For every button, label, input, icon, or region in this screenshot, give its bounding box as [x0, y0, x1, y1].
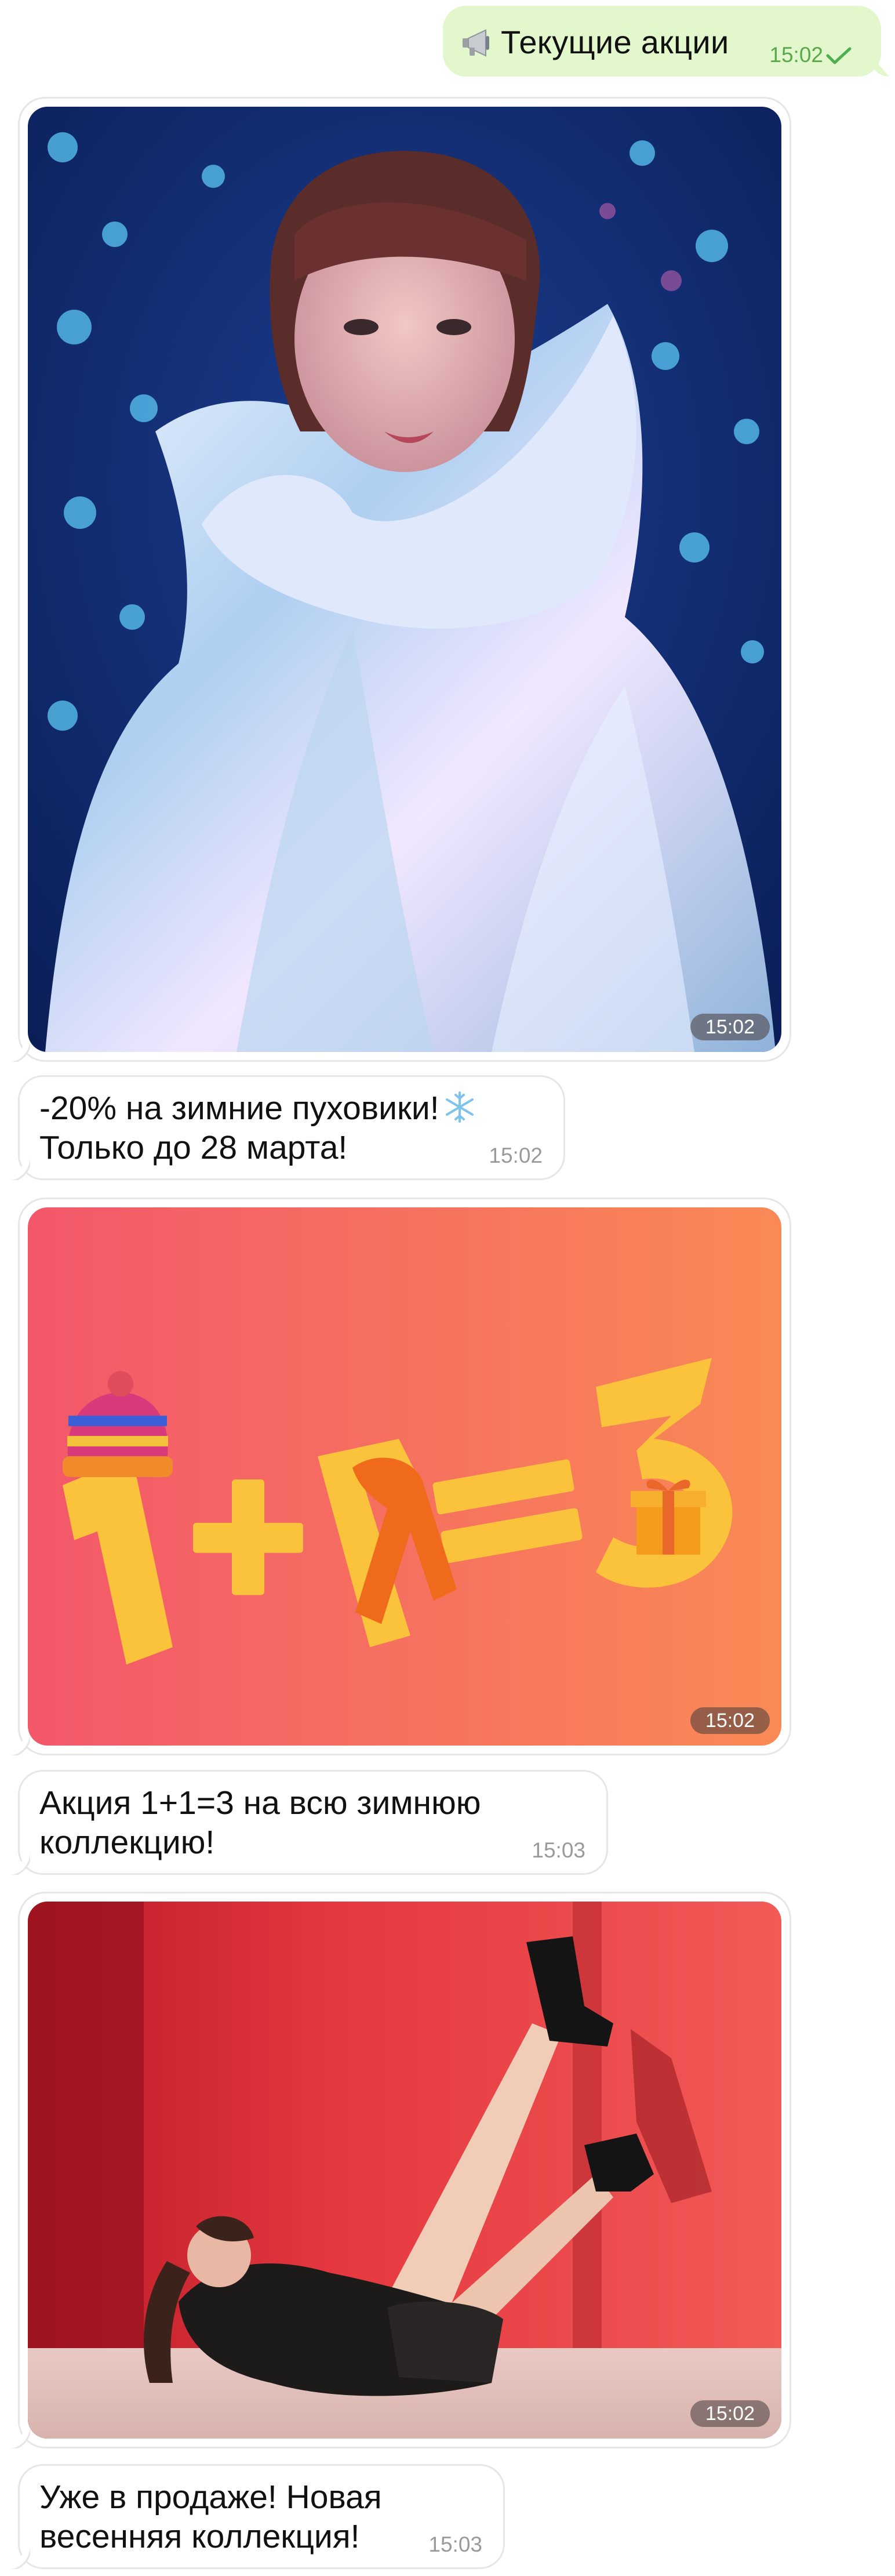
- promo-image-1-plus-1[interactable]: [28, 1207, 781, 1746]
- message-time: 15:03: [532, 1838, 585, 1862]
- chat-thread[interactable]: Текущие акции 15:02 15:02 -20% на зимние…: [0, 0, 895, 2576]
- text-message[interactable]: -20% на зимние пуховики! Только до 28 ма…: [20, 1077, 563, 1178]
- text-message[interactable]: Акция 1+1=3 на всю зимнюю коллекцию! 15:…: [20, 1772, 606, 1873]
- image-message[interactable]: 15:02: [20, 1199, 790, 1754]
- message-text: Акция 1+1=3 на всю зимнюю коллекцию!: [39, 1784, 481, 1861]
- image-time: 15:02: [690, 2400, 770, 2427]
- outgoing-message[interactable]: Текущие акции 15:02: [443, 6, 881, 77]
- image-time: 15:02: [690, 1707, 770, 1734]
- snowflake-icon: [445, 1091, 474, 1123]
- image-message[interactable]: 15:02: [20, 1893, 790, 2447]
- message-time: 15:03: [428, 2533, 482, 2556]
- message-text-line1: -20% на зимние пуховики!: [39, 1090, 439, 1127]
- photo-spring-collection[interactable]: [28, 1902, 781, 2439]
- image-message[interactable]: 15:02: [20, 99, 790, 1060]
- check-icon: [826, 47, 852, 64]
- text-message[interactable]: Уже в продаже! Новая весенняя коллекция!…: [20, 2466, 503, 2567]
- outgoing-message-text: Текущие акции: [501, 24, 729, 60]
- image-time: 15:02: [690, 1014, 770, 1040]
- photo-winter-jacket[interactable]: [28, 107, 781, 1052]
- message-text-line2: Только до 28 марта!: [39, 1129, 348, 1166]
- message-time: 15:02: [769, 43, 823, 67]
- megaphone-icon: [463, 29, 489, 57]
- message-time: 15:02: [489, 1144, 543, 1167]
- message-text: Уже в продаже! Новая весенняя коллекция!: [39, 2479, 382, 2555]
- message-text: -20% на зимние пуховики! Только до 28 ма…: [39, 1089, 476, 1167]
